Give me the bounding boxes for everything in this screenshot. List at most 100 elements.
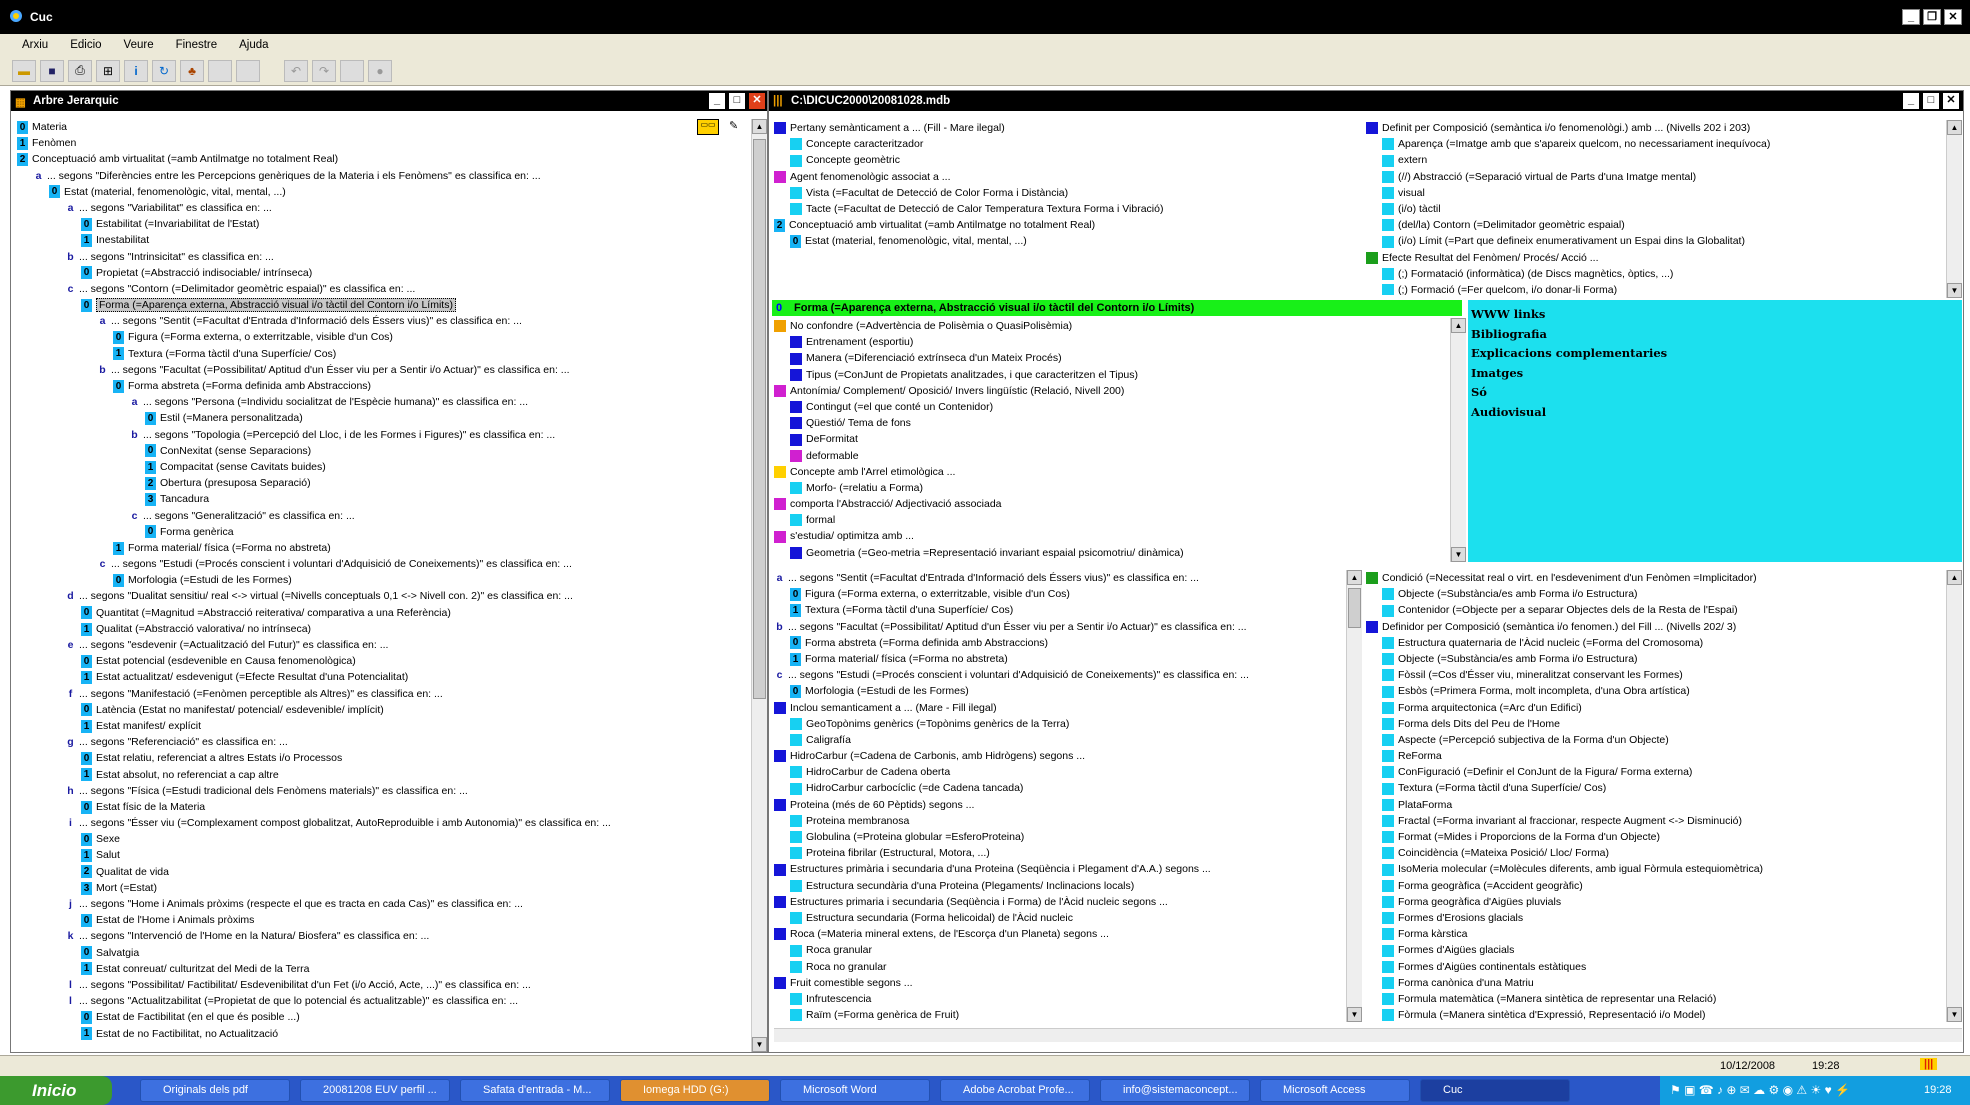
tree-node[interactable]: 1 Estat actualitzat/ esdevenigut (=Efecte…	[17, 669, 752, 685]
relation-item[interactable]: Estructura quaternaria de l'Àcid nucleic…	[1366, 635, 1944, 651]
relation-item[interactable]: Textura (=Forma tàctil d'una Superfície/…	[1366, 780, 1944, 796]
tree-node[interactable]: 0 Estat físic de la Materia	[17, 799, 752, 815]
relation-item[interactable]: Concepte caracteritzador	[774, 136, 1354, 152]
menu-veure[interactable]: Veure	[124, 39, 154, 51]
relation-item[interactable]: deformable	[774, 448, 1446, 464]
menu-edicio[interactable]: Edicio	[70, 39, 101, 51]
info-icon[interactable]: i	[124, 59, 148, 82]
tray-icons[interactable]: ⚑ ▣ ☎ ♪ ⊕ ✉ ☁ ⚙ ◉ ⚠ ☀ ♥ ⚡	[1670, 1076, 1850, 1105]
restore-button[interactable]: ❐	[1923, 9, 1941, 25]
tree-node[interactable]: 0 Figura (=Forma externa, o exterritzable…	[17, 329, 752, 345]
relation-item[interactable]: visual	[1366, 185, 1944, 201]
tree-node[interactable]: e ... segons "esdevenir (=Actualització d…	[17, 637, 752, 653]
blank-tool-icon[interactable]	[208, 59, 232, 82]
start-button[interactable]: Inicio	[0, 1076, 112, 1105]
relation-item[interactable]: 2 Conceptuació amb virtualitat (=amb Anti…	[774, 217, 1354, 233]
resource-link[interactable]: Bibliografia	[1471, 325, 1962, 345]
task-safata[interactable]: Safata d'entrada - M...	[460, 1079, 610, 1102]
tree-node[interactable]: c ... segons "Contorn (=Delimitador geomè…	[17, 281, 752, 297]
relation-item[interactable]: ConFiguració (=Definir el ConJunt de la …	[1366, 764, 1944, 780]
tree-node[interactable]: l ... segons "Possibilitat/ Factibilitat/…	[17, 977, 752, 993]
relation-item[interactable]: Proteina (més de 60 Pèptids) segons ...	[774, 797, 1346, 813]
relation-item[interactable]: Forma geogràfica d'Aigües pluvials	[1366, 894, 1944, 910]
relation-item[interactable]: ReForma	[1366, 748, 1944, 764]
tree-node[interactable]: 3 Tancadura	[17, 491, 752, 507]
relation-item[interactable]: a ... segons "Sentit (=Facultat d'Entrada…	[774, 570, 1346, 586]
disc-icon[interactable]: ●	[368, 59, 392, 82]
tree-node[interactable]: 1 Estat absolut, no referenciat a cap alt…	[17, 767, 752, 783]
redo-icon[interactable]: ↷	[312, 59, 336, 82]
menu-ajuda[interactable]: Ajuda	[239, 39, 268, 51]
scroll-down-arrow[interactable]: ▼	[752, 1037, 767, 1052]
relation-item[interactable]: Aparença (=Imatge amb que s'apareix quel…	[1366, 136, 1944, 152]
relation-item[interactable]: Tacte (=Facultat de Detecció de Calor Te…	[774, 201, 1354, 217]
tree-node[interactable]: 1 Estat de no Factibilitat, no Actualitza…	[17, 1026, 752, 1042]
relation-item[interactable]: extern	[1366, 152, 1944, 168]
relation-item[interactable]: Definidor per Composició (semàntica i/o …	[1366, 619, 1944, 635]
relation-item[interactable]: formal	[774, 512, 1446, 528]
relation-item[interactable]: Qüestió/ Tema de fons	[774, 415, 1446, 431]
relation-item[interactable]: Tipus (=ConJunt de Propietats analitzade…	[774, 367, 1446, 383]
maximize-button[interactable]: □	[729, 93, 745, 109]
relation-item[interactable]: Objecte (=Substància/es amb Forma i/o Es…	[1366, 651, 1944, 667]
relation-item[interactable]: Estructures primaria i secundaria (Seqüè…	[774, 894, 1346, 910]
relation-item[interactable]: HidroCarbur carbocíclic (=de Cadena tanc…	[774, 780, 1346, 796]
scroll-thumb[interactable]	[753, 139, 766, 699]
resource-link[interactable]: WWW links	[1471, 305, 1962, 325]
relation-item[interactable]: Inclou semanticament a ... (Mare - Fill …	[774, 700, 1346, 716]
tree-node[interactable]: a ... segons "Persona (=Individu socialit…	[17, 394, 752, 410]
tree-node[interactable]: c ... segons "Estudi (=Procés conscient i…	[17, 556, 752, 572]
task-word[interactable]: Microsoft Word	[780, 1079, 930, 1102]
middle-scrollbar[interactable]: ▲ ▼	[1450, 318, 1466, 562]
blank-tool-icon-2[interactable]	[236, 59, 260, 82]
relation-item[interactable]: 0 Morfologia (=Estudi de les Formes)	[774, 683, 1346, 699]
task-euv-perfil[interactable]: 20081208 EUV perfil ...	[300, 1079, 450, 1102]
tree-node[interactable]: b ... segons "Topologia (=Percepció del L…	[17, 427, 752, 443]
relation-item[interactable]: Roca (=Materia mineral extens, de l'Esco…	[774, 926, 1346, 942]
tree-node[interactable]: 1 Estat manifest/ explícit	[17, 718, 752, 734]
tree-scrollbar[interactable]: ▲ ▼	[751, 119, 767, 1052]
tree-node[interactable]: 0 Materia	[17, 119, 752, 135]
scroll-down-arrow[interactable]: ▼	[1947, 1007, 1962, 1022]
relation-item[interactable]: (;) Formació (=Fer quelcom, i/o donar-li…	[1366, 282, 1944, 295]
print-icon[interactable]: ⎙	[68, 59, 92, 82]
tree-node[interactable]: 0 Latència (Estat no manifestat/ potencia…	[17, 702, 752, 718]
tree-node[interactable]: 0 Propietat (=Abstracció indisociable/ in…	[17, 265, 752, 281]
tree-node[interactable]: 2 Qualitat de vida	[17, 864, 752, 880]
resource-link[interactable]: Audiovisual	[1471, 403, 1962, 423]
minimize-button[interactable]: _	[1902, 9, 1920, 25]
task-access[interactable]: Microsoft Access	[1260, 1079, 1410, 1102]
tree-node[interactable]: 1 Salut	[17, 847, 752, 863]
relation-item[interactable]: Contenidor (=Objecte per a separar Objec…	[1366, 602, 1944, 618]
save-icon[interactable]: ■	[40, 59, 64, 82]
tree-node[interactable]: j ... segons "Home i Animals pròxims (res…	[17, 896, 752, 912]
relation-item[interactable]: Geometria (=Geo-metria =Representació in…	[774, 545, 1446, 561]
relation-item[interactable]: Vista (=Facultat de Detecció de Color Fo…	[774, 185, 1354, 201]
minimize-button[interactable]: _	[1903, 93, 1919, 109]
relation-item[interactable]: Formula matemàtica (=Manera sintètica de…	[1366, 991, 1944, 1007]
relation-item[interactable]: Fractal (=Forma invariant al fraccionar,…	[1366, 813, 1944, 829]
relation-item[interactable]: Forma canònica d'una Matriu	[1366, 975, 1944, 991]
tree-icon[interactable]: ⊞	[96, 59, 120, 82]
tree-node[interactable]: g ... segons "Referenciació" es classific…	[17, 734, 752, 750]
task-originals[interactable]: Originals dels pdf	[140, 1079, 290, 1102]
tree-node[interactable]: 1 Compacitat (sense Cavitats buides)	[17, 459, 752, 475]
resource-link[interactable]: Imatges	[1471, 364, 1962, 384]
relation-item[interactable]: 1 Forma material/ física (=Forma no abstr…	[774, 651, 1346, 667]
undo-icon[interactable]: ↶	[284, 59, 308, 82]
tree-node[interactable]: 0 Estabilitat (=Invariabilitat de l'Estat…	[17, 216, 752, 232]
relation-item[interactable]: Formes d'Aigües continentals estàtiques	[1366, 959, 1944, 975]
relations-list-bottom-left[interactable]: a ... segons "Sentit (=Facultat d'Entrada…	[774, 570, 1346, 1022]
tree-node[interactable]: 0 Sexe	[17, 831, 752, 847]
tree-node[interactable]: 0 Estat (material, fenomenològic, vital, …	[17, 184, 752, 200]
relation-item[interactable]: Concepte geomètric	[774, 152, 1354, 168]
relation-item[interactable]: DeFormitat	[774, 431, 1446, 447]
relations-list-top-right[interactable]: Definit per Composició (semàntica i/o fe…	[1366, 120, 1944, 295]
tree-node[interactable]: 0 Forma abstreta (=Forma definida amb Abs…	[17, 378, 752, 394]
tree-node[interactable]: 0 ConNexitat (sense Separacions)	[17, 443, 752, 459]
relation-item[interactable]: Formes d'Aigües glacials	[1366, 942, 1944, 958]
tree-node[interactable]: 0 Quantitat (=Magnitud =Abstracció reiter…	[17, 605, 752, 621]
close-button[interactable]: ✕	[1943, 93, 1959, 109]
resource-link[interactable]: Explicacions complementaries	[1471, 344, 1962, 364]
relation-item[interactable]: Condició (=Necessitat real o virt. en l'…	[1366, 570, 1944, 586]
